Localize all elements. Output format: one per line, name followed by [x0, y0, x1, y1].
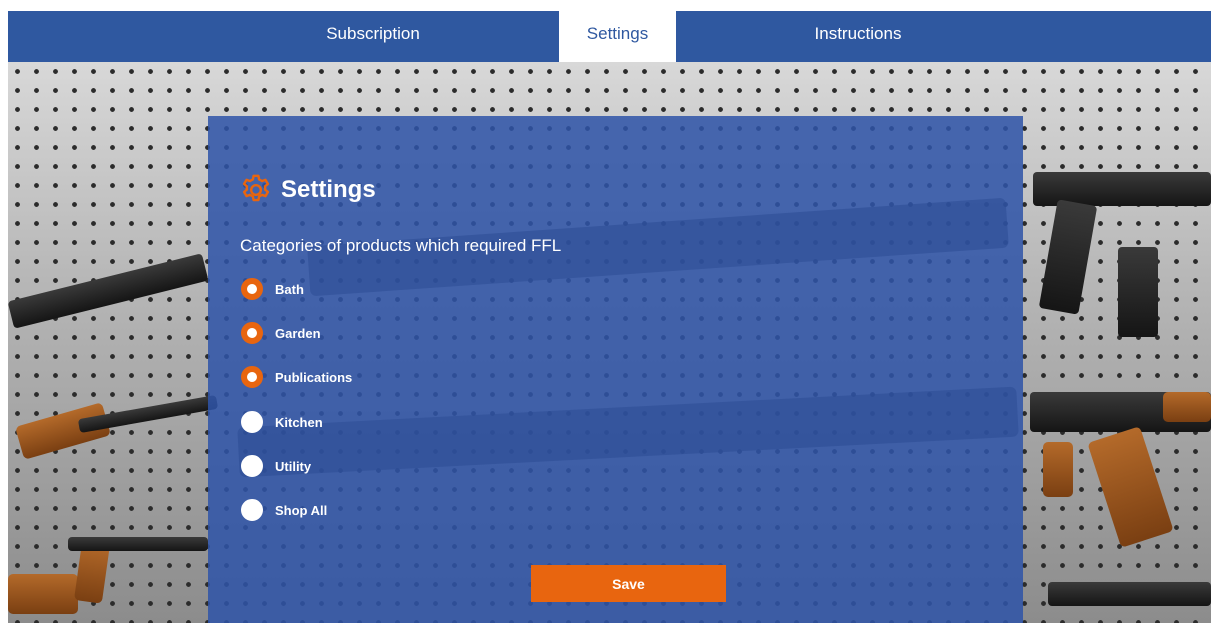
option-label: Kitchen: [275, 414, 323, 430]
decor-grip: [1038, 199, 1098, 315]
top-tab-bar: Subscription Settings Instructions: [8, 11, 1211, 62]
option-garden[interactable]: Garden: [241, 320, 321, 346]
option-kitchen[interactable]: Kitchen: [241, 409, 323, 435]
option-label: Utility: [275, 458, 312, 474]
decor-barrel: [68, 537, 208, 551]
option-publications[interactable]: Publications: [241, 364, 352, 390]
decor-rifle: [1048, 582, 1211, 606]
decor-grip: [1043, 442, 1073, 497]
radio-unchecked-icon[interactable]: [241, 455, 263, 477]
option-label: Publications: [275, 369, 353, 385]
option-bath[interactable]: Bath: [241, 276, 304, 302]
decor-stock: [8, 574, 78, 614]
decor-stock: [15, 402, 111, 460]
option-label: Shop All: [275, 502, 328, 518]
panel-title: Settings: [281, 176, 376, 203]
decor-magazine: [1087, 426, 1174, 548]
decor-stock: [1163, 392, 1211, 422]
settings-panel: Settings Categories of products which re…: [208, 116, 1023, 623]
gear-icon: [239, 173, 273, 207]
tab-subscription[interactable]: Subscription: [278, 11, 468, 62]
option-label: Garden: [275, 325, 321, 341]
save-button[interactable]: Save: [531, 565, 726, 602]
decor-rifle: [8, 253, 209, 329]
radio-checked-icon[interactable]: [241, 322, 263, 344]
panel-header: Settings: [239, 170, 376, 210]
tab-settings[interactable]: Settings: [559, 11, 676, 62]
radio-unchecked-icon[interactable]: [241, 499, 263, 521]
categories-subtitle: Categories of products which required FF…: [240, 236, 562, 255]
option-label: Bath: [275, 281, 304, 297]
option-shop-all[interactable]: Shop All: [241, 497, 327, 523]
decor-magazine: [1118, 247, 1158, 337]
option-utility[interactable]: Utility: [241, 453, 311, 479]
radio-unchecked-icon[interactable]: [241, 411, 263, 433]
radio-checked-icon[interactable]: [241, 366, 263, 388]
radio-checked-icon[interactable]: [241, 278, 263, 300]
tab-instructions[interactable]: Instructions: [763, 11, 953, 62]
